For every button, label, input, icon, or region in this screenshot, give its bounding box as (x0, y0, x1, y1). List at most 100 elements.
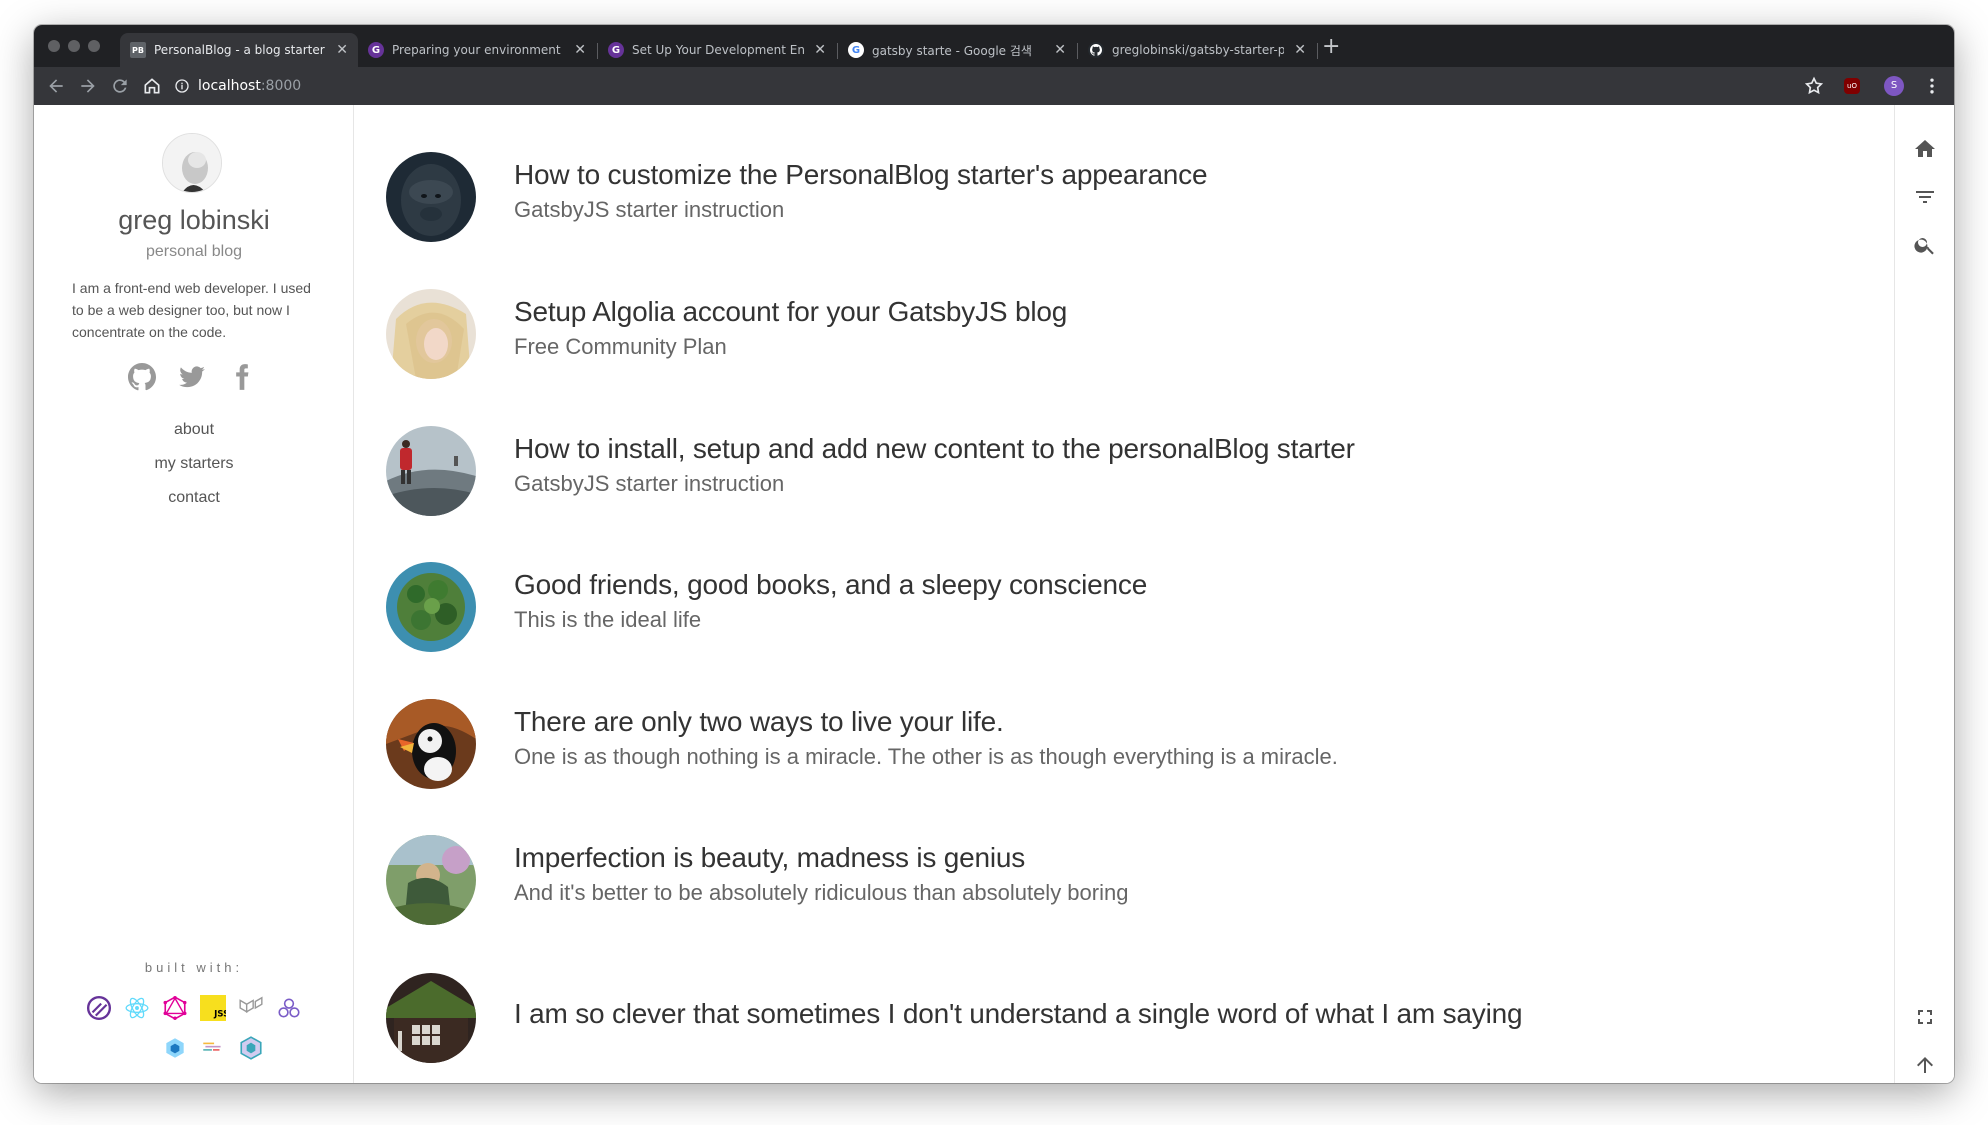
zoom-window-button[interactable] (88, 40, 100, 52)
post-subtitle: GatsbyJS starter instruction (514, 471, 785, 496)
address-bar[interactable]: localhost:8000 (174, 73, 1814, 99)
close-tab-icon[interactable]: ✕ (566, 42, 586, 58)
material-ui-icon[interactable] (238, 995, 264, 1021)
tab-title: Preparing your environment | G (392, 43, 564, 57)
post-thumbnail[interactable] (386, 289, 476, 379)
close-tab-icon[interactable]: ✕ (1046, 42, 1066, 58)
tab-github[interactable]: greglobinski/gatsby-starter-pe ✕ (1078, 33, 1316, 67)
action-bar (1894, 105, 1954, 1083)
minimize-window-button[interactable] (68, 40, 80, 52)
nav-link-contact[interactable]: contact (34, 481, 354, 515)
post-subtitle: This is the ideal life (514, 607, 702, 632)
social-links (128, 363, 256, 391)
fullscreen-icon[interactable] (1913, 1005, 1937, 1029)
post-thumbnail[interactable] (386, 426, 476, 516)
post-thumbnail[interactable] (386, 835, 476, 925)
close-tab-icon[interactable]: ✕ (328, 42, 348, 58)
post-title[interactable]: Setup Algolia account for your GatsbyJS … (514, 296, 1067, 328)
post-subtitle: GatsbyJS starter instruction (514, 197, 785, 222)
close-tab-icon[interactable]: ✕ (1286, 42, 1306, 58)
post-subtitle: One is as though nothing is a miracle. T… (514, 744, 1338, 769)
page-content: greg lobinski personal blog I am a front… (34, 105, 1954, 1083)
address-host: localhost (198, 78, 261, 94)
search-icon[interactable] (1913, 233, 1937, 257)
post-item[interactable]: How to customize the PersonalBlog starte… (356, 139, 1856, 242)
tab-separator (1317, 43, 1318, 59)
post-title[interactable]: How to install, setup and add new conten… (514, 433, 1355, 465)
forward-icon[interactable] (78, 76, 98, 96)
gatsby-icon[interactable] (86, 995, 112, 1021)
post-item[interactable]: I am so clever that sometimes I don't un… (356, 960, 1856, 1063)
menu-kebab-icon[interactable] (1922, 76, 1942, 96)
post-thumbnail[interactable] (386, 152, 476, 242)
github-favicon-icon (1088, 42, 1104, 58)
profile-avatar-icon[interactable]: S (1884, 76, 1904, 96)
post-list: How to customize the PersonalBlog starte… (356, 105, 1886, 1083)
post-item[interactable]: Good friends, good books, and a sleepy c… (356, 549, 1856, 652)
post-item[interactable]: Setup Algolia account for your GatsbyJS … (356, 276, 1856, 379)
post-title[interactable]: Good friends, good books, and a sleepy c… (514, 569, 1147, 601)
tab-strip: PB PersonalBlog - a blog starter fo ✕ G … (34, 25, 1954, 67)
post-thumbnail[interactable] (386, 699, 476, 789)
github-icon[interactable] (128, 363, 156, 391)
tab-preparing-environment[interactable]: G Preparing your environment | G ✕ (358, 33, 596, 67)
post-title[interactable]: There are only two ways to live your lif… (514, 706, 1004, 738)
home-browser-icon[interactable] (142, 76, 162, 96)
new-tab-button[interactable]: + (1322, 36, 1340, 58)
blog-subtitle: personal blog (145, 243, 243, 260)
react-icon[interactable] (124, 995, 150, 1021)
close-window-button[interactable] (48, 40, 60, 52)
post-subtitle: Free Community Plan (514, 334, 727, 359)
jss-icon[interactable]: JSS (200, 995, 229, 1021)
eslint-icon[interactable] (238, 1035, 264, 1061)
gatsby-favicon-icon: G (368, 42, 384, 58)
twitter-icon[interactable] (178, 363, 206, 391)
home-icon[interactable] (1913, 137, 1937, 161)
author-name: greg lobinski (118, 205, 270, 235)
gatsby-favicon-icon: G (608, 42, 624, 58)
tab-title: gatsby starte - Google 검색 (872, 43, 1032, 58)
tab-title: Set Up Your Development Envi (632, 43, 804, 57)
filter-icon[interactable] (1913, 185, 1937, 209)
ublock-extension-icon[interactable]: uO (1844, 78, 1860, 94)
tab-google-search[interactable]: G gatsby starte - Google 검색 ✕ (838, 33, 1076, 67)
info-icon[interactable] (174, 78, 190, 94)
google-favicon-icon: G (848, 42, 864, 58)
post-thumbnail[interactable] (386, 973, 476, 1063)
nav-link-about[interactable]: about (34, 413, 354, 447)
close-tab-icon[interactable]: ✕ (806, 42, 826, 58)
nav-link-my-starters[interactable]: my starters (34, 447, 354, 481)
browser-toolbar: localhost:8000 uO S (34, 67, 1954, 105)
reload-icon[interactable] (110, 76, 130, 96)
graphql-icon[interactable] (162, 995, 188, 1021)
facebook-icon[interactable] (228, 363, 256, 391)
post-title[interactable]: I am so clever that sometimes I don't un… (514, 998, 1523, 1030)
apollo-icon[interactable] (276, 995, 302, 1021)
sidebar-nav: about my starters contact (34, 413, 354, 515)
personalblog-favicon-icon: PB (130, 42, 146, 58)
post-item[interactable]: How to install, setup and add new conten… (356, 413, 1856, 516)
post-title[interactable]: How to customize the PersonalBlog starte… (514, 159, 1208, 191)
address-port: :8000 (260, 78, 302, 94)
tab-setup-dev-env[interactable]: G Set Up Your Development Envi ✕ (598, 33, 836, 67)
tab-title: greglobinski/gatsby-starter-pe (1112, 43, 1284, 57)
sidebar: greg lobinski personal blog I am a front… (34, 105, 354, 1083)
post-item[interactable]: Imperfection is beauty, madness is geniu… (356, 822, 1856, 925)
post-thumbnail[interactable] (386, 562, 476, 652)
author-avatar[interactable] (162, 133, 222, 193)
prettier-icon[interactable] (200, 1035, 226, 1061)
tab-personalblog[interactable]: PB PersonalBlog - a blog starter fo ✕ (120, 33, 358, 67)
browser-window: PB PersonalBlog - a blog starter fo ✕ G … (34, 25, 1954, 1083)
post-item[interactable]: There are only two ways to live your lif… (356, 686, 1856, 789)
arrow-up-icon[interactable] (1913, 1053, 1937, 1077)
built-with-title: built with: (144, 960, 244, 975)
tab-title: PersonalBlog - a blog starter fo (154, 43, 326, 57)
bookmark-star-icon[interactable] (1804, 76, 1824, 96)
post-subtitle: And it's better to be absolutely ridicul… (514, 880, 1129, 905)
back-icon[interactable] (46, 76, 66, 96)
window-controls (48, 40, 100, 52)
svg-text:JSS: JSS (213, 1010, 226, 1020)
webpack-icon[interactable] (162, 1035, 188, 1061)
author-description: I am a front-end web developer. I used t… (72, 280, 311, 340)
post-title[interactable]: Imperfection is beauty, madness is geniu… (514, 842, 1025, 874)
